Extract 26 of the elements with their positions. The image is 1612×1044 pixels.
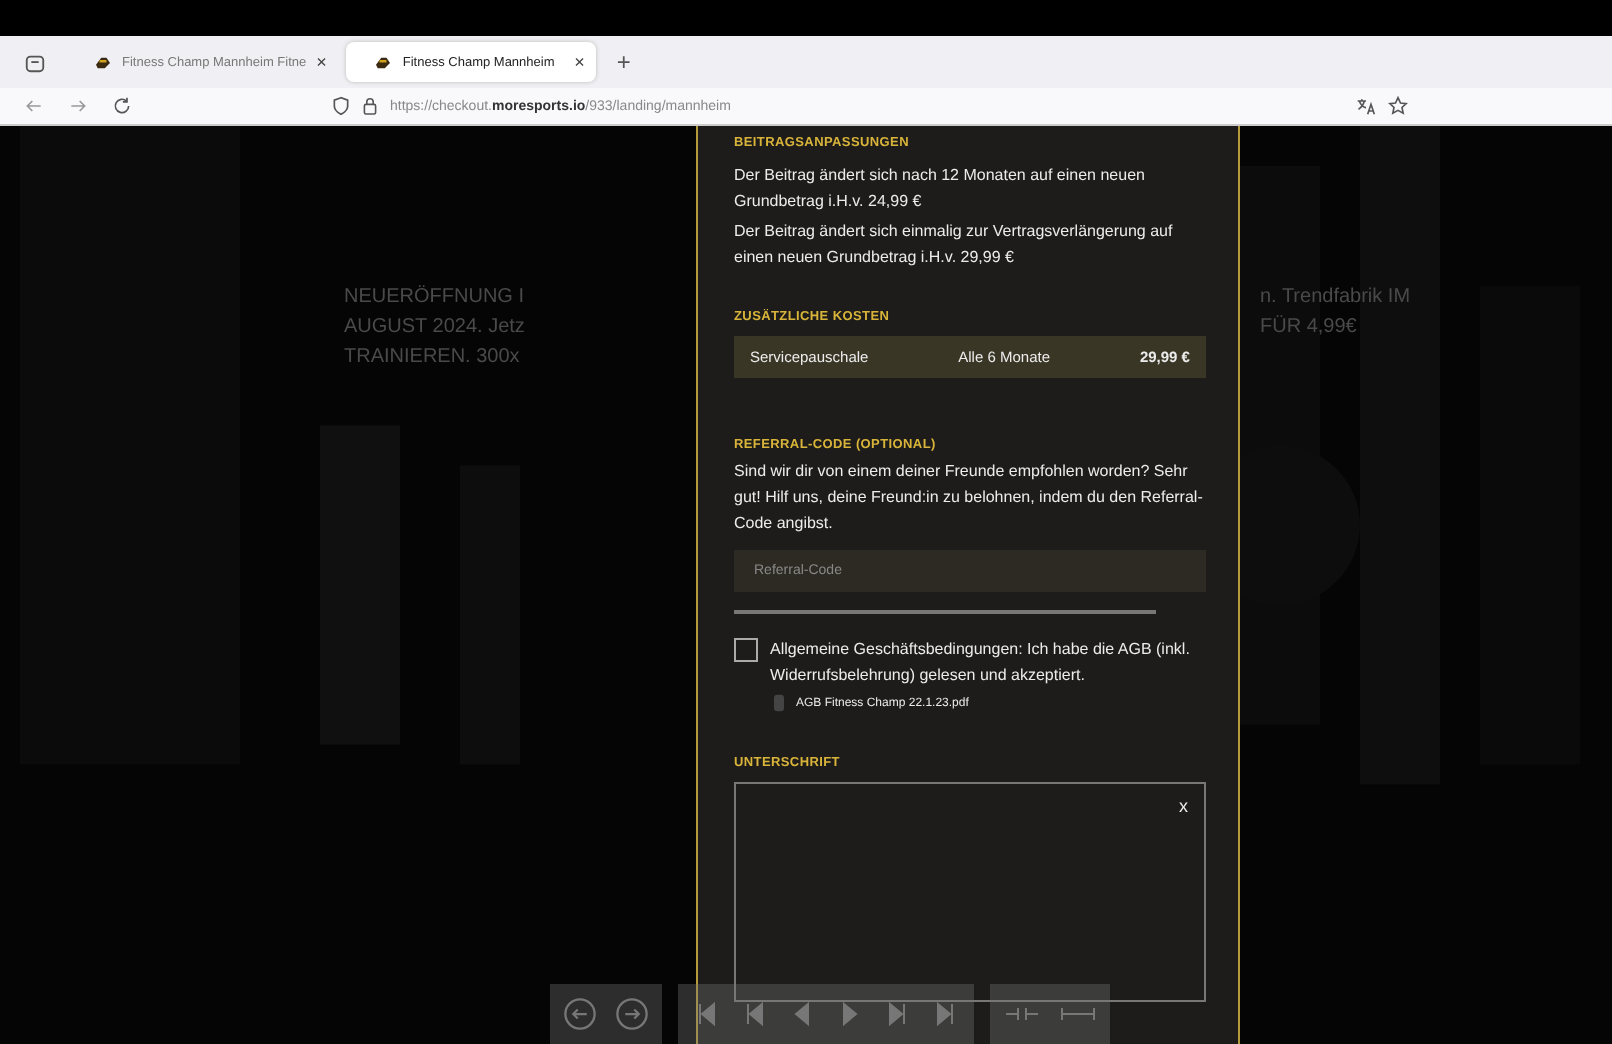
signature-pad[interactable]: x: [734, 782, 1206, 1002]
bookmark-star-icon[interactable]: [1388, 96, 1408, 116]
body-text: Der Beitrag ändert sich einmalig zur Vertragsverlängerung auf einen neuen Grundbetrag i.H.v. 29,99 €: [734, 220, 1175, 270]
translate-icon[interactable]: [1356, 96, 1376, 116]
terms-label: Allgemeine Geschäftsbedingungen: Ich habe die AGB (inkl. Widerrufsbelehrung) gelesen und akzeptiert.: [770, 638, 1192, 688]
zoom-out-icon[interactable]: [562, 996, 598, 1032]
new-tab-button[interactable]: +: [616, 48, 631, 76]
lock-icon: [362, 96, 378, 116]
terms-checkbox[interactable]: [734, 638, 758, 662]
forward-icon[interactable]: [68, 96, 88, 116]
body-text: Der Beitrag ändert sich nach 12 Monaten auf einen neuen Grundbetrag i.H.v. 24,99 €: [734, 164, 1147, 214]
tab-overview-icon[interactable]: [24, 51, 46, 73]
back-icon[interactable]: [24, 96, 44, 116]
background-headline: FÜR 4,99€: [1260, 313, 1359, 342]
zoom-in-icon[interactable]: [614, 996, 650, 1032]
background-headline: TRAINIEREN. 300x: [344, 344, 522, 372]
close-tab-button[interactable]: ×: [316, 52, 327, 72]
clear-signature-button[interactable]: x: [1179, 796, 1188, 816]
shield-icon: [332, 96, 350, 116]
document-icon: [774, 694, 784, 712]
background-headline: NEUERÖFFNUNG I: [344, 283, 526, 312]
background-headline: AUGUST 2024. Jetz: [344, 314, 527, 342]
body-text: Sind wir dir von einem deiner Freunde empfohlen worden? Sehr gut! Hilf uns, deine Freund:in zu belohnen, indem du den Referral-Code angibst.: [734, 460, 1205, 536]
close-tab-button[interactable]: ×: [574, 52, 585, 72]
reload-icon[interactable]: [112, 96, 132, 116]
background-headline: n. Trendfabrik IM: [1260, 284, 1413, 312]
